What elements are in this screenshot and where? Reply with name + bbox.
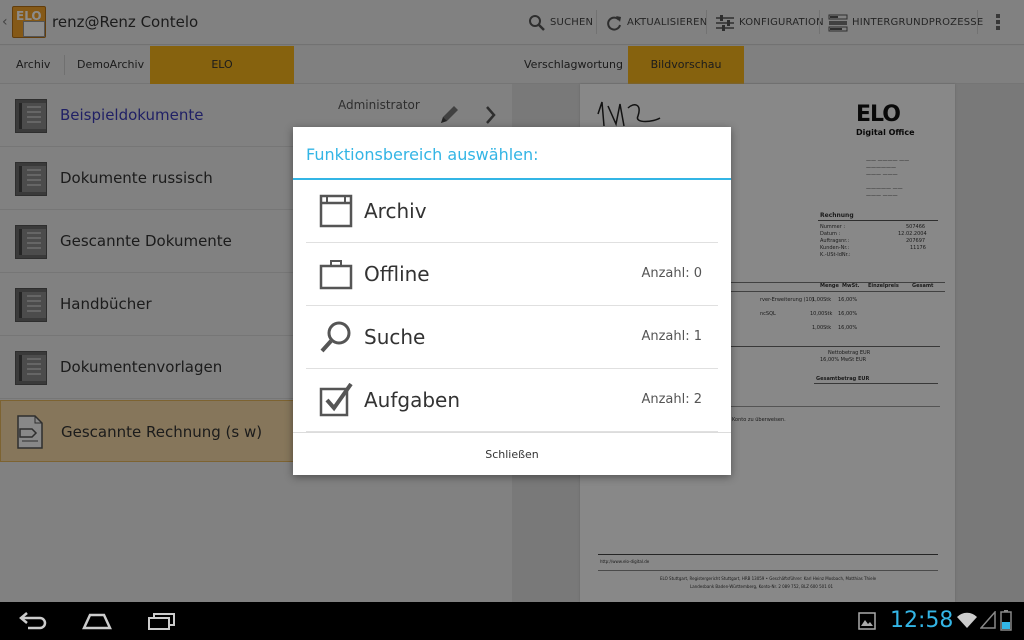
option-aufgaben[interactable]: Aufgaben Anzahl: 2 xyxy=(306,369,718,432)
option-offline[interactable]: Offline Anzahl: 0 xyxy=(306,243,718,306)
signal-icon xyxy=(980,611,996,629)
gallery-notification-icon[interactable] xyxy=(858,612,876,630)
checkbox-icon xyxy=(319,383,353,417)
option-label: Aufgaben xyxy=(364,388,461,412)
recent-apps-nav-icon[interactable] xyxy=(146,612,176,630)
option-count: Anzahl: 1 xyxy=(641,329,702,344)
close-button[interactable]: Schließen xyxy=(293,432,731,475)
dialog-title: Funktionsbereich auswählen: xyxy=(306,145,539,164)
function-area-dialog: Funktionsbereich auswählen: Archiv Offli… xyxy=(293,127,731,475)
home-nav-icon[interactable] xyxy=(80,612,114,630)
status-clock: 12:58 xyxy=(890,608,954,633)
battery-icon xyxy=(1000,610,1012,631)
option-label: Suche xyxy=(364,325,426,349)
back-nav-icon[interactable] xyxy=(18,612,48,632)
option-label: Offline xyxy=(364,262,430,286)
archive-window-icon xyxy=(319,194,353,228)
option-count: Anzahl: 0 xyxy=(641,266,702,281)
option-suche[interactable]: Suche Anzahl: 1 xyxy=(306,306,718,369)
option-count: Anzahl: 2 xyxy=(641,392,702,407)
option-archiv[interactable]: Archiv xyxy=(306,180,718,243)
wifi-icon xyxy=(957,612,977,628)
briefcase-icon xyxy=(319,260,353,290)
option-label: Archiv xyxy=(364,199,427,223)
search-icon xyxy=(320,321,351,353)
